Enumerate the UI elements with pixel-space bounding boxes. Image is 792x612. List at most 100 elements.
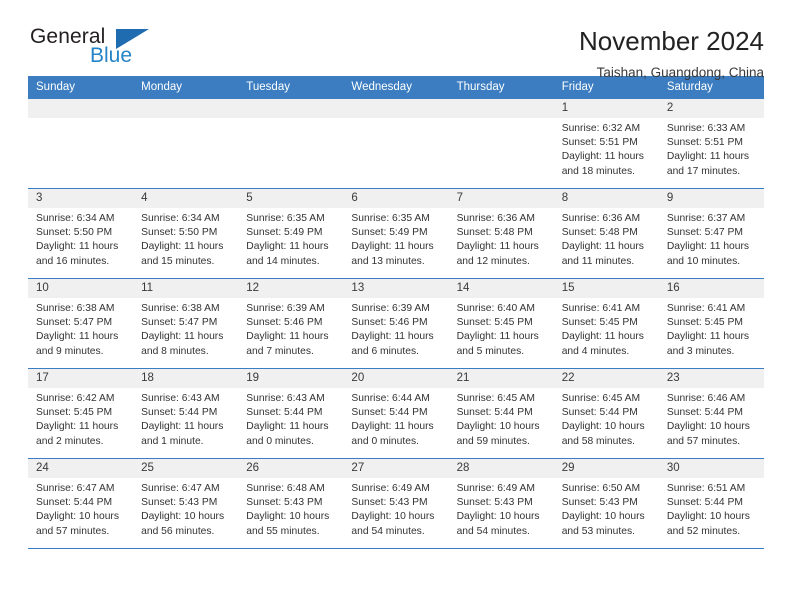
day-number: 14 xyxy=(448,279,554,298)
day-cell[interactable]: 25 Sunrise: 6:47 AM Sunset: 5:43 PM Dayligh… xyxy=(133,458,239,549)
day-number: 25 xyxy=(133,459,239,478)
daylight-line-1: Daylight: 11 hours xyxy=(246,241,329,253)
daylight-line-1: Daylight: 11 hours xyxy=(246,421,329,433)
daylight-line-2: and 0 minutes. xyxy=(351,435,419,447)
daylight-line-1: Daylight: 10 hours xyxy=(141,511,225,523)
sunset-time: Sunset: 5:44 PM xyxy=(351,407,428,419)
sunset-time: Sunset: 5:48 PM xyxy=(456,227,533,239)
day-cell[interactable]: 10 Sunrise: 6:38 AM Sunset: 5:47 PM Dayligh… xyxy=(28,278,134,369)
day-number: 8 xyxy=(553,189,659,208)
day-details: Sunrise: 6:38 AM Sunset: 5:47 PM Daylight:… xyxy=(28,298,133,359)
daylight-line-2: and 55 minutes. xyxy=(246,525,320,537)
sunrise-time: Sunrise: 6:45 AM xyxy=(456,393,535,404)
sunset-time: Sunset: 5:44 PM xyxy=(666,407,743,419)
sunrise-time: Sunrise: 6:38 AM xyxy=(141,303,220,314)
day-number: 5 xyxy=(238,189,344,208)
day-cell[interactable]: 26 Sunrise: 6:48 AM Sunset: 5:43 PM Dayligh… xyxy=(238,458,344,549)
day-number: 11 xyxy=(133,279,239,298)
day-cell[interactable]: 11 Sunrise: 6:38 AM Sunset: 5:47 PM Dayligh… xyxy=(133,278,239,369)
sunrise-time: Sunrise: 6:47 AM xyxy=(36,483,115,494)
sunset-time: Sunset: 5:45 PM xyxy=(666,317,743,329)
daylight-line-2: and 54 minutes. xyxy=(456,525,530,537)
day-number xyxy=(238,99,344,118)
day-cell[interactable]: 1 Sunrise: 6:32 AM Sunset: 5:51 PM Daylight… xyxy=(553,98,659,189)
day-cell[interactable]: 2 Sunrise: 6:33 AM Sunset: 5:51 PM Daylight… xyxy=(658,98,764,189)
sunrise-time: Sunrise: 6:39 AM xyxy=(246,303,325,314)
daylight-line-2: and 7 minutes. xyxy=(246,345,314,357)
sunrise-time: Sunrise: 6:49 AM xyxy=(351,483,430,494)
day-cell[interactable]: 28 Sunrise: 6:49 AM Sunset: 5:43 PM Dayligh… xyxy=(448,458,554,549)
day-cell[interactable]: 9 Sunrise: 6:37 AM Sunset: 5:47 PM Daylight… xyxy=(658,188,764,279)
day-number: 1 xyxy=(553,99,659,118)
sunrise-time: Sunrise: 6:38 AM xyxy=(36,303,115,314)
daylight-line-1: Daylight: 11 hours xyxy=(141,241,224,253)
day-cell-empty xyxy=(238,98,344,189)
day-number: 19 xyxy=(238,369,344,388)
day-cell[interactable]: 6 Sunrise: 6:35 AM Sunset: 5:49 PM Daylight… xyxy=(343,188,449,279)
sunset-time: Sunset: 5:44 PM xyxy=(456,407,533,419)
day-details: Sunrise: 6:35 AM Sunset: 5:49 PM Daylight:… xyxy=(343,208,448,269)
day-details: Sunrise: 6:50 AM Sunset: 5:43 PM Daylight:… xyxy=(554,478,659,539)
day-cell[interactable]: 21 Sunrise: 6:45 AM Sunset: 5:44 PM Dayligh… xyxy=(448,368,554,459)
sunrise-time: Sunrise: 6:40 AM xyxy=(456,303,535,314)
daylight-line-2: and 57 minutes. xyxy=(36,525,110,537)
sunrise-time: Sunrise: 6:32 AM xyxy=(561,123,641,134)
sunset-time: Sunset: 5:48 PM xyxy=(561,227,638,239)
day-cell[interactable]: 23 Sunrise: 6:46 AM Sunset: 5:44 PM Dayligh… xyxy=(658,368,764,459)
sunset-time: Sunset: 5:47 PM xyxy=(141,317,218,329)
day-details: Sunrise: 6:41 AM Sunset: 5:45 PM Daylight:… xyxy=(659,298,764,359)
sunset-time: Sunset: 5:45 PM xyxy=(36,407,113,419)
day-number: 27 xyxy=(343,459,449,478)
day-number: 26 xyxy=(238,459,344,478)
day-cell[interactable]: 3 Sunrise: 6:34 AM Sunset: 5:50 PM Daylight… xyxy=(28,188,134,279)
day-cell[interactable]: 12 Sunrise: 6:39 AM Sunset: 5:46 PM Dayligh… xyxy=(238,278,344,369)
day-number xyxy=(133,99,239,118)
day-number: 24 xyxy=(28,459,134,478)
calendar-week-row: 3 Sunrise: 6:34 AM Sunset: 5:50 PM Daylight… xyxy=(28,188,764,279)
day-cell[interactable]: 16 Sunrise: 6:41 AM Sunset: 5:45 PM Dayligh… xyxy=(658,278,764,369)
daylight-line-2: and 56 minutes. xyxy=(141,525,215,537)
daylight-line-1: Daylight: 10 hours xyxy=(351,511,435,523)
day-details: Sunrise: 6:39 AM Sunset: 5:46 PM Daylight:… xyxy=(343,298,448,359)
day-cell[interactable]: 27 Sunrise: 6:49 AM Sunset: 5:43 PM Dayligh… xyxy=(343,458,449,549)
sunset-time: Sunset: 5:43 PM xyxy=(561,497,638,509)
sunset-time: Sunset: 5:44 PM xyxy=(666,497,743,509)
day-details: Sunrise: 6:37 AM Sunset: 5:47 PM Daylight:… xyxy=(659,208,764,269)
sunset-time: Sunset: 5:50 PM xyxy=(36,227,113,239)
day-cell[interactable]: 22 Sunrise: 6:45 AM Sunset: 5:44 PM Dayligh… xyxy=(553,368,659,459)
day-cell[interactable]: 18 Sunrise: 6:43 AM Sunset: 5:44 PM Dayligh… xyxy=(133,368,239,459)
daylight-line-1: Daylight: 10 hours xyxy=(666,421,750,433)
day-cell[interactable]: 13 Sunrise: 6:39 AM Sunset: 5:46 PM Dayligh… xyxy=(343,278,449,369)
day-cell[interactable]: 14 Sunrise: 6:40 AM Sunset: 5:45 PM Dayligh… xyxy=(448,278,554,369)
day-number: 17 xyxy=(28,369,134,388)
daylight-line-2: and 52 minutes. xyxy=(666,525,741,537)
daylight-line-1: Daylight: 11 hours xyxy=(36,331,119,343)
day-number: 13 xyxy=(343,279,449,298)
day-number: 7 xyxy=(448,189,554,208)
day-cell[interactable]: 30 Sunrise: 6:51 AM Sunset: 5:44 PM Dayligh… xyxy=(658,458,764,549)
day-cell[interactable]: 15 Sunrise: 6:41 AM Sunset: 5:45 PM Dayligh… xyxy=(553,278,659,369)
day-cell[interactable]: 19 Sunrise: 6:43 AM Sunset: 5:44 PM Dayligh… xyxy=(238,368,344,459)
day-cell[interactable]: 5 Sunrise: 6:35 AM Sunset: 5:49 PM Daylight… xyxy=(238,188,344,279)
sunset-time: Sunset: 5:45 PM xyxy=(456,317,533,329)
daylight-line-2: and 17 minutes. xyxy=(666,165,741,177)
day-cell[interactable]: 24 Sunrise: 6:47 AM Sunset: 5:44 PM Dayligh… xyxy=(28,458,134,549)
daylight-line-1: Daylight: 10 hours xyxy=(561,511,645,523)
day-cell[interactable]: 7 Sunrise: 6:36 AM Sunset: 5:48 PM Daylight… xyxy=(448,188,554,279)
day-cell[interactable]: 8 Sunrise: 6:36 AM Sunset: 5:48 PM Daylight… xyxy=(553,188,659,279)
daylight-line-1: Daylight: 11 hours xyxy=(666,241,750,253)
sunrise-time: Sunrise: 6:34 AM xyxy=(141,213,220,224)
daylight-line-1: Daylight: 11 hours xyxy=(456,241,539,253)
daylight-line-1: Daylight: 11 hours xyxy=(246,331,329,343)
day-cell[interactable]: 17 Sunrise: 6:42 AM Sunset: 5:45 PM Dayligh… xyxy=(28,368,134,459)
day-details: Sunrise: 6:48 AM Sunset: 5:43 PM Daylight:… xyxy=(238,478,343,539)
day-cell[interactable]: 20 Sunrise: 6:44 AM Sunset: 5:44 PM Dayligh… xyxy=(343,368,449,459)
day-details: Sunrise: 6:45 AM Sunset: 5:44 PM Daylight:… xyxy=(449,388,554,449)
sunset-time: Sunset: 5:45 PM xyxy=(561,317,638,329)
daylight-line-1: Daylight: 11 hours xyxy=(36,421,119,433)
daylight-line-2: and 13 minutes. xyxy=(351,255,425,267)
sunset-time: Sunset: 5:44 PM xyxy=(561,407,638,419)
day-details: Sunrise: 6:39 AM Sunset: 5:46 PM Daylight:… xyxy=(238,298,343,359)
day-cell[interactable]: 4 Sunrise: 6:34 AM Sunset: 5:50 PM Daylight… xyxy=(133,188,239,279)
day-cell[interactable]: 29 Sunrise: 6:50 AM Sunset: 5:43 PM Dayligh… xyxy=(553,458,659,549)
